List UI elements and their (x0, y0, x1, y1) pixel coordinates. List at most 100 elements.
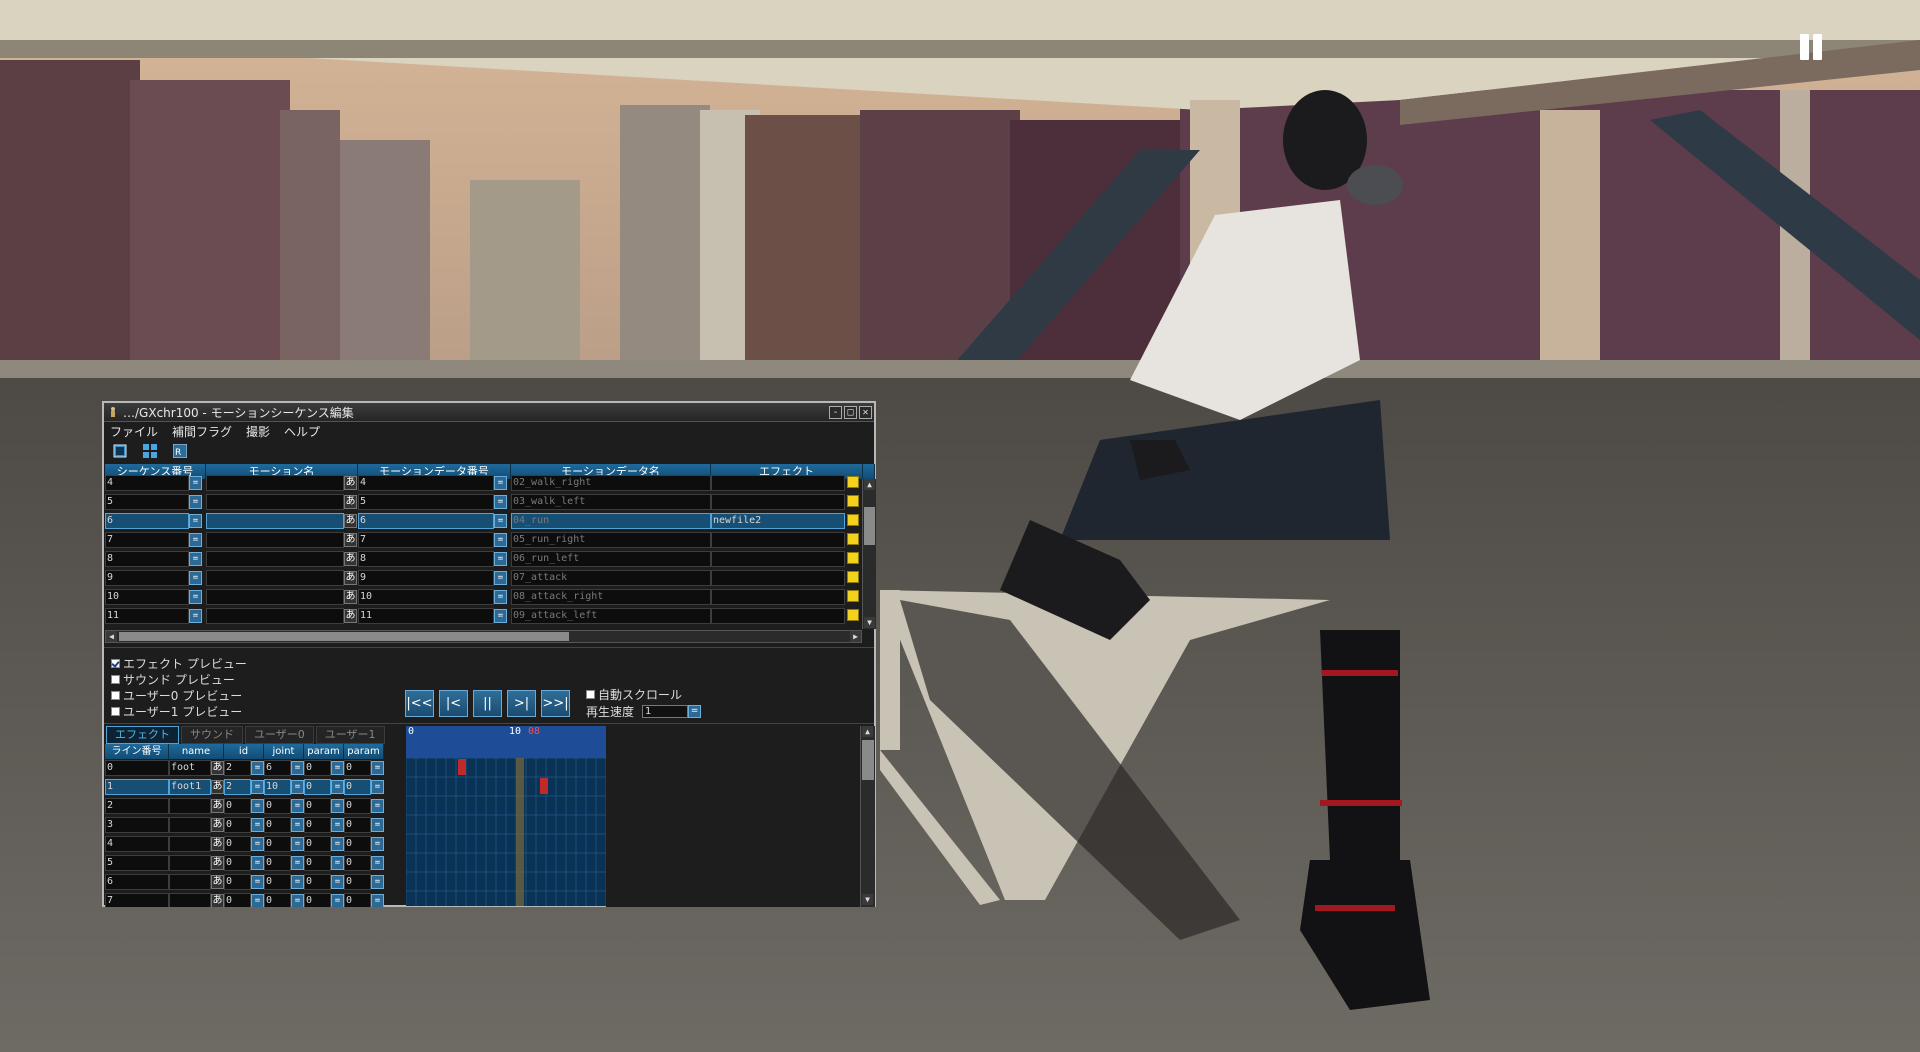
joint-button[interactable]: = (291, 799, 304, 813)
param2-button[interactable]: = (371, 894, 384, 907)
scroll-down-icon[interactable]: ▼ (864, 617, 875, 628)
cell-motion-data-name[interactable]: 03_walk_left (511, 494, 711, 510)
timeline-scroll-down-icon[interactable]: ▼ (862, 894, 873, 905)
sequence-number-button[interactable]: = (189, 476, 202, 490)
sequence-row[interactable]: 7 = あ 7 = 05_run_right (105, 532, 863, 551)
cell-sequence-number[interactable]: 8 (105, 551, 189, 567)
scroll-right-icon[interactable]: ▶ (850, 631, 861, 642)
param1-button[interactable]: = (331, 799, 344, 813)
camera-icon[interactable]: R (172, 443, 188, 459)
effect-folder-icon[interactable] (847, 495, 859, 507)
timeline-vertical-scrollbar[interactable]: ▲ ▼ (860, 726, 875, 907)
timeline-scroll-thumb[interactable] (862, 740, 874, 780)
cell-name[interactable] (169, 893, 211, 907)
cell-motion-data-number[interactable]: 9 (358, 570, 494, 586)
param1-button[interactable]: = (331, 780, 344, 794)
name-kana-button[interactable]: あ (211, 780, 224, 794)
sequence-number-button[interactable]: = (189, 495, 202, 509)
motion-data-number-button[interactable]: = (494, 514, 507, 528)
cell-param1[interactable]: 0 (304, 817, 331, 833)
motion-data-number-button[interactable]: = (494, 495, 507, 509)
cell-line-number[interactable]: 7 (105, 893, 169, 907)
cell-motion-name[interactable] (206, 589, 344, 605)
cell-motion-data-number[interactable]: 8 (358, 551, 494, 567)
cell-motion-data-number[interactable]: 4 (358, 475, 494, 491)
param2-button[interactable]: = (371, 799, 384, 813)
motion-data-number-button[interactable]: = (494, 533, 507, 547)
cell-motion-name[interactable] (206, 608, 344, 624)
motion-name-kana-button[interactable]: あ (344, 514, 357, 528)
maximize-button[interactable]: □ (844, 405, 857, 419)
cell-joint[interactable]: 0 (264, 817, 291, 833)
id-button[interactable]: = (251, 837, 264, 851)
cell-joint[interactable]: 0 (264, 855, 291, 871)
name-kana-button[interactable]: あ (211, 875, 224, 889)
grid-icon[interactable] (143, 444, 157, 458)
cell-joint[interactable]: 10 (264, 779, 291, 795)
param2-button[interactable]: = (371, 761, 384, 775)
id-button[interactable]: = (251, 818, 264, 832)
cell-id[interactable]: 0 (224, 798, 251, 814)
cell-motion-data-name[interactable]: 07_attack (511, 570, 711, 586)
cell-param1[interactable]: 0 (304, 798, 331, 814)
sequence-number-button[interactable]: = (189, 609, 202, 623)
motion-name-kana-button[interactable]: あ (344, 552, 357, 566)
name-kana-button[interactable]: あ (211, 799, 224, 813)
cell-effect[interactable] (711, 494, 845, 510)
effect-preview-checkbox[interactable]: エフェクト プレビュー (111, 655, 247, 671)
cell-motion-data-name[interactable]: 08_attack_right (511, 589, 711, 605)
param1-button[interactable]: = (331, 856, 344, 870)
scroll-left-icon[interactable]: ◀ (106, 631, 117, 642)
motion-name-kana-button[interactable]: あ (344, 476, 357, 490)
id-button[interactable]: = (251, 875, 264, 889)
cell-name[interactable] (169, 855, 211, 871)
col-header-id[interactable]: id (224, 744, 264, 759)
cell-name[interactable] (169, 874, 211, 890)
sequence-row[interactable]: 9 = あ 9 = 07_attack (105, 570, 863, 589)
cell-param1[interactable]: 0 (304, 893, 331, 907)
tab-user0[interactable]: ユーザー0 (245, 726, 314, 744)
motion-data-number-button[interactable]: = (494, 476, 507, 490)
motion-name-kana-button[interactable]: あ (344, 571, 357, 585)
cell-sequence-number[interactable]: 4 (105, 475, 189, 491)
cell-line-number[interactable]: 0 (105, 760, 169, 776)
cell-line-number[interactable]: 2 (105, 798, 169, 814)
cell-joint[interactable]: 0 (264, 836, 291, 852)
cell-effect[interactable] (711, 551, 845, 567)
cell-motion-name[interactable] (206, 532, 344, 548)
cell-sequence-number[interactable]: 11 (105, 608, 189, 624)
joint-button[interactable]: = (291, 818, 304, 832)
window-icon[interactable] (113, 444, 127, 458)
user1-preview-checkbox[interactable]: ユーザー1 プレビュー (111, 703, 247, 719)
motion-data-number-button[interactable]: = (494, 571, 507, 585)
cell-motion-name[interactable] (206, 570, 344, 586)
timeline-track[interactable]: 0 10 08 (406, 726, 606, 906)
sequence-number-button[interactable]: = (189, 552, 202, 566)
pause-playback-button[interactable]: || (473, 690, 502, 717)
cell-effect[interactable] (711, 589, 845, 605)
effect-folder-icon[interactable] (847, 571, 859, 583)
cell-motion-name[interactable] (206, 475, 344, 491)
cell-param1[interactable]: 0 (304, 760, 331, 776)
effect-key[interactable] (540, 778, 548, 794)
motion-name-kana-button[interactable]: あ (344, 590, 357, 604)
param2-button[interactable]: = (371, 837, 384, 851)
param1-button[interactable]: = (331, 818, 344, 832)
grid-vertical-scrollbar[interactable]: ▲ ▼ (862, 479, 876, 629)
user0-preview-checkbox[interactable]: ユーザー0 プレビュー (111, 687, 247, 703)
cell-motion-data-number[interactable]: 5 (358, 494, 494, 510)
sequence-number-button[interactable]: = (189, 590, 202, 604)
col-header-param1[interactable]: param (304, 744, 344, 759)
cell-motion-data-name[interactable]: 02_walk_right (511, 475, 711, 491)
close-button[interactable]: ✕ (859, 405, 872, 419)
sequence-row[interactable]: 11 = あ 11 = 09_attack_left (105, 608, 863, 627)
cell-id[interactable]: 2 (224, 760, 251, 776)
cell-motion-name[interactable] (206, 513, 344, 529)
effect-line-row[interactable]: 1 foot1 あ 2 = 10 = 0 = 0 = (105, 779, 405, 798)
cell-sequence-number[interactable]: 9 (105, 570, 189, 586)
go-to-start-button[interactable]: |<< (405, 690, 434, 717)
sequence-row[interactable]: 10 = あ 10 = 08_attack_right (105, 589, 863, 608)
cell-id[interactable]: 0 (224, 817, 251, 833)
param1-button[interactable]: = (331, 875, 344, 889)
cell-joint[interactable]: 0 (264, 893, 291, 907)
